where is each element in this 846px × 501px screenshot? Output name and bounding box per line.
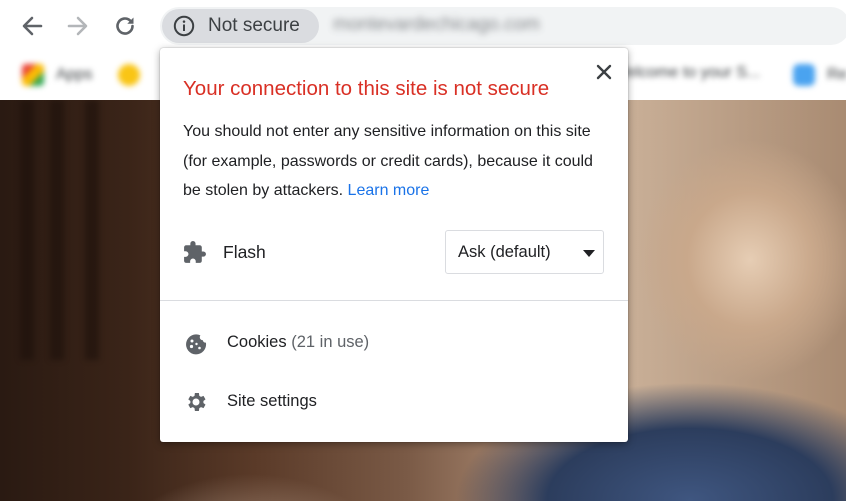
cookies-title: Cookies (227, 333, 287, 351)
permission-label: Flash (223, 242, 266, 262)
bookmark-label: Re (827, 66, 846, 83)
info-icon (173, 15, 195, 37)
bookmark-label: Welcome to your S... (612, 64, 761, 81)
cookie-icon (186, 334, 207, 355)
puzzle-piece-icon (184, 241, 206, 263)
popup-description: You should not enter any sensitive infor… (183, 117, 611, 206)
select-value: Ask (default) (458, 243, 551, 261)
flash-permission-select[interactable]: Ask (default) (445, 230, 604, 274)
back-button[interactable] (17, 9, 47, 43)
close-icon (596, 64, 612, 80)
learn-more-link[interactable]: Learn more (348, 182, 430, 199)
background-stripe (20, 100, 34, 360)
forward-arrow-icon (67, 16, 88, 36)
gear-icon (188, 393, 206, 411)
bookmark-apps[interactable]: Apps (22, 64, 92, 86)
bookmark-label: Apps (56, 66, 93, 83)
site-settings-label: Site settings (227, 392, 317, 410)
bookmark-icon (793, 64, 815, 86)
reload-button[interactable] (110, 9, 140, 43)
security-chip[interactable]: Not secure (162, 9, 319, 43)
cookies-row[interactable]: Cookies (21 in use) (160, 316, 628, 368)
security-chip-label: Not secure (208, 15, 300, 36)
site-info-popup: Your connection to this site is not secu… (160, 48, 628, 442)
cookies-count: (21 in use) (291, 333, 370, 351)
site-settings-row[interactable]: Site settings (160, 375, 628, 427)
url-text[interactable]: montevardechicago.com (333, 14, 540, 36)
apps-icon (22, 64, 44, 86)
browser-toolbar: Not secure montevardechicago.com (0, 0, 846, 52)
bookmark-bulb[interactable] (118, 64, 140, 86)
bulb-icon (118, 64, 140, 86)
bookmark-re[interactable]: Re (793, 64, 846, 86)
back-arrow-icon (22, 16, 43, 36)
caret-down-icon (583, 250, 595, 257)
background-stripe (50, 100, 64, 360)
divider (160, 300, 628, 301)
permission-row-flash: Flash Ask (default) (182, 229, 604, 275)
background-stripe (85, 100, 99, 360)
cookies-label: Cookies (21 in use) (227, 333, 369, 352)
reload-icon (116, 17, 134, 35)
close-button[interactable] (593, 61, 615, 83)
popup-title: Your connection to this site is not secu… (183, 77, 550, 100)
forward-button[interactable] (63, 9, 93, 43)
